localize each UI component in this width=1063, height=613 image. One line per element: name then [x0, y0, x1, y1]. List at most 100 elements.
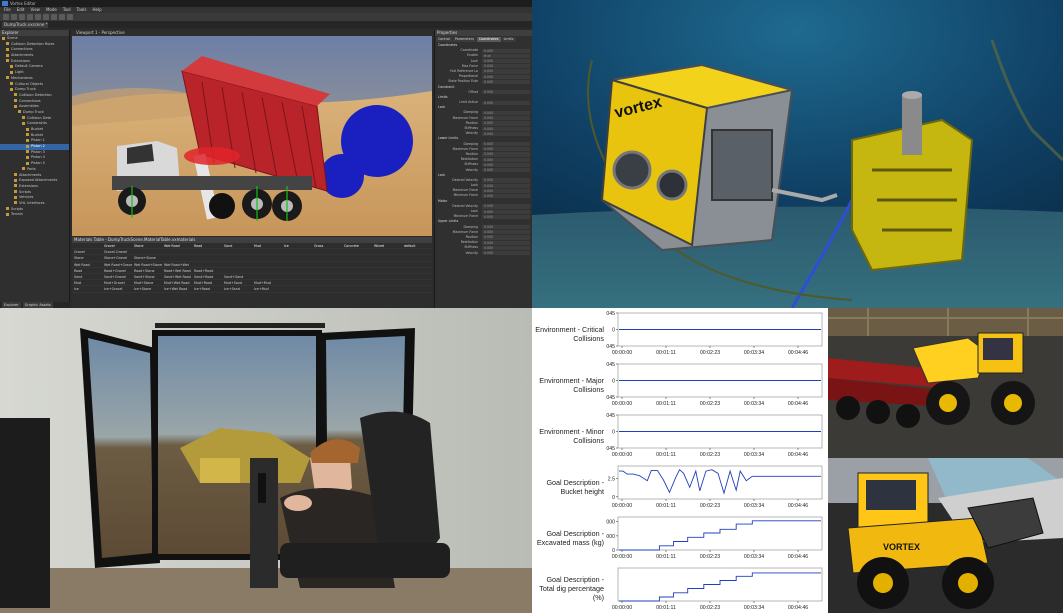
table-cell[interactable] [312, 274, 342, 279]
table-cell[interactable]: Sand+Gravel [102, 274, 132, 279]
table-cell[interactable] [282, 262, 312, 267]
table-cell[interactable] [372, 274, 402, 279]
table-cell[interactable] [312, 255, 342, 260]
table-cell[interactable]: Ice+Road [192, 286, 222, 291]
select-icon[interactable] [43, 14, 49, 20]
table-cell[interactable]: Stone+Stone [132, 255, 162, 260]
table-cell[interactable]: Sand+Sand [222, 274, 252, 279]
table-cell[interactable] [342, 249, 372, 254]
properties-tab[interactable]: Coordinates [476, 37, 501, 42]
table-cell[interactable] [252, 255, 282, 260]
table-cell[interactable] [342, 262, 372, 267]
table-cell[interactable] [222, 249, 252, 254]
play-icon[interactable] [67, 14, 73, 20]
property-value[interactable]: 0.000 [482, 121, 530, 126]
table-cell[interactable] [282, 274, 312, 279]
table-cell[interactable] [162, 255, 192, 260]
table-cell[interactable]: Wet Road+Gravel [102, 262, 132, 267]
table-cell[interactable] [282, 280, 312, 285]
table-cell[interactable] [372, 249, 402, 254]
table-cell[interactable] [402, 262, 432, 267]
property-value[interactable]: 0.000 [482, 152, 530, 157]
property-value[interactable]: 0.000 [482, 178, 530, 183]
move-icon[interactable] [51, 14, 57, 20]
properties-tab[interactable]: Limits [501, 37, 516, 42]
property-value[interactable]: 0.000 [482, 235, 530, 240]
table-cell[interactable]: Gravel [72, 249, 102, 254]
property-value[interactable]: 0.000 [482, 142, 530, 147]
table-cell[interactable]: Road+Wet Road [162, 268, 192, 273]
property-value[interactable]: 0.000 [482, 110, 530, 116]
table-cell[interactable]: Sand [72, 274, 102, 279]
property-value[interactable]: 0.000 [482, 126, 530, 131]
table-cell[interactable]: Gravel-Gravel [102, 249, 132, 254]
table-cell[interactable]: Wet Road+Stone [132, 262, 162, 267]
property-value[interactable]: 0.000 [482, 193, 530, 199]
table-cell[interactable] [372, 255, 402, 260]
table-cell[interactable] [282, 249, 312, 254]
table-cell[interactable]: Ice [72, 286, 102, 291]
table-cell[interactable]: Sand+Stone [132, 274, 162, 279]
property-value[interactable]: true [482, 53, 530, 59]
table-cell[interactable] [312, 286, 342, 291]
table-cell[interactable]: Ice+Stone [132, 286, 162, 291]
property-value[interactable]: 0.000 [482, 116, 530, 121]
property-value[interactable]: 0.000 [482, 188, 530, 193]
table-cell[interactable] [402, 249, 432, 254]
tree-item[interactable]: Terrain [0, 212, 69, 218]
table-cell[interactable]: Wet Road [72, 262, 102, 267]
table-row[interactable]: Ice Ice+Gravel Ice+Stone Ice+Wet Road Ice+Ro… [72, 286, 432, 293]
table-cell[interactable]: Road+Gravel [102, 268, 132, 273]
property-value[interactable]: 0.000 [482, 168, 530, 173]
table-cell[interactable] [192, 255, 222, 260]
table-cell[interactable]: Road [72, 268, 102, 273]
table-cell[interactable]: Mud+Stone [132, 280, 162, 285]
table-cell[interactable] [132, 249, 162, 254]
table-cell[interactable] [312, 249, 342, 254]
table-cell[interactable] [342, 274, 372, 279]
property-value[interactable]: 0.000 [482, 100, 530, 105]
table-cell[interactable]: Sand+Wet Road [162, 274, 192, 279]
table-cell[interactable] [402, 274, 432, 279]
table-cell[interactable] [192, 262, 222, 267]
property-value[interactable]: 0.000 [482, 214, 530, 219]
redo-icon[interactable] [35, 14, 41, 20]
property-row[interactable]: Velocity 0.000 [435, 251, 532, 256]
document-tab[interactable]: DumpTruck.vxscene * [2, 22, 48, 28]
table-cell[interactable] [372, 262, 402, 267]
table-cell[interactable] [372, 268, 402, 273]
table-cell[interactable] [402, 286, 432, 291]
table-cell[interactable] [282, 268, 312, 273]
table-cell[interactable] [252, 262, 282, 267]
property-value[interactable]: 0.000 [482, 64, 530, 69]
table-cell[interactable]: Stone [72, 255, 102, 260]
table-cell[interactable] [312, 280, 342, 285]
property-value[interactable]: 0.000 [482, 240, 530, 245]
save-icon[interactable] [19, 14, 25, 20]
property-value[interactable]: 0.000 [482, 90, 530, 95]
table-cell[interactable] [282, 286, 312, 291]
property-value[interactable]: 0.000 [482, 209, 530, 214]
table-cell[interactable]: Ice+Gravel [102, 286, 132, 291]
table-cell[interactable]: Ice+Wet Road [162, 286, 192, 291]
table-cell[interactable] [252, 249, 282, 254]
property-value[interactable]: 0.000 [482, 74, 530, 79]
table-cell[interactable]: Mud [72, 280, 102, 285]
table-cell[interactable] [402, 280, 432, 285]
viewport-3d[interactable]: Viewport 1 - Perspective [72, 30, 432, 236]
undo-icon[interactable] [27, 14, 33, 20]
table-cell[interactable]: Ice+Mud [252, 286, 282, 291]
table-cell[interactable] [342, 286, 372, 291]
table-cell[interactable] [192, 249, 222, 254]
table-cell[interactable]: Ice+Sand [222, 286, 252, 291]
table-cell[interactable] [342, 268, 372, 273]
property-value[interactable]: 0.000 [482, 147, 530, 152]
table-cell[interactable]: Mud+Gravel [102, 280, 132, 285]
table-cell[interactable]: Mud+Road [192, 280, 222, 285]
table-cell[interactable] [222, 262, 252, 267]
property-value[interactable]: 0.000 [482, 204, 530, 209]
property-value[interactable]: 0.000 [482, 157, 530, 162]
table-cell[interactable] [162, 249, 192, 254]
properties-tab[interactable]: Control [436, 37, 452, 42]
table-cell[interactable] [252, 268, 282, 273]
